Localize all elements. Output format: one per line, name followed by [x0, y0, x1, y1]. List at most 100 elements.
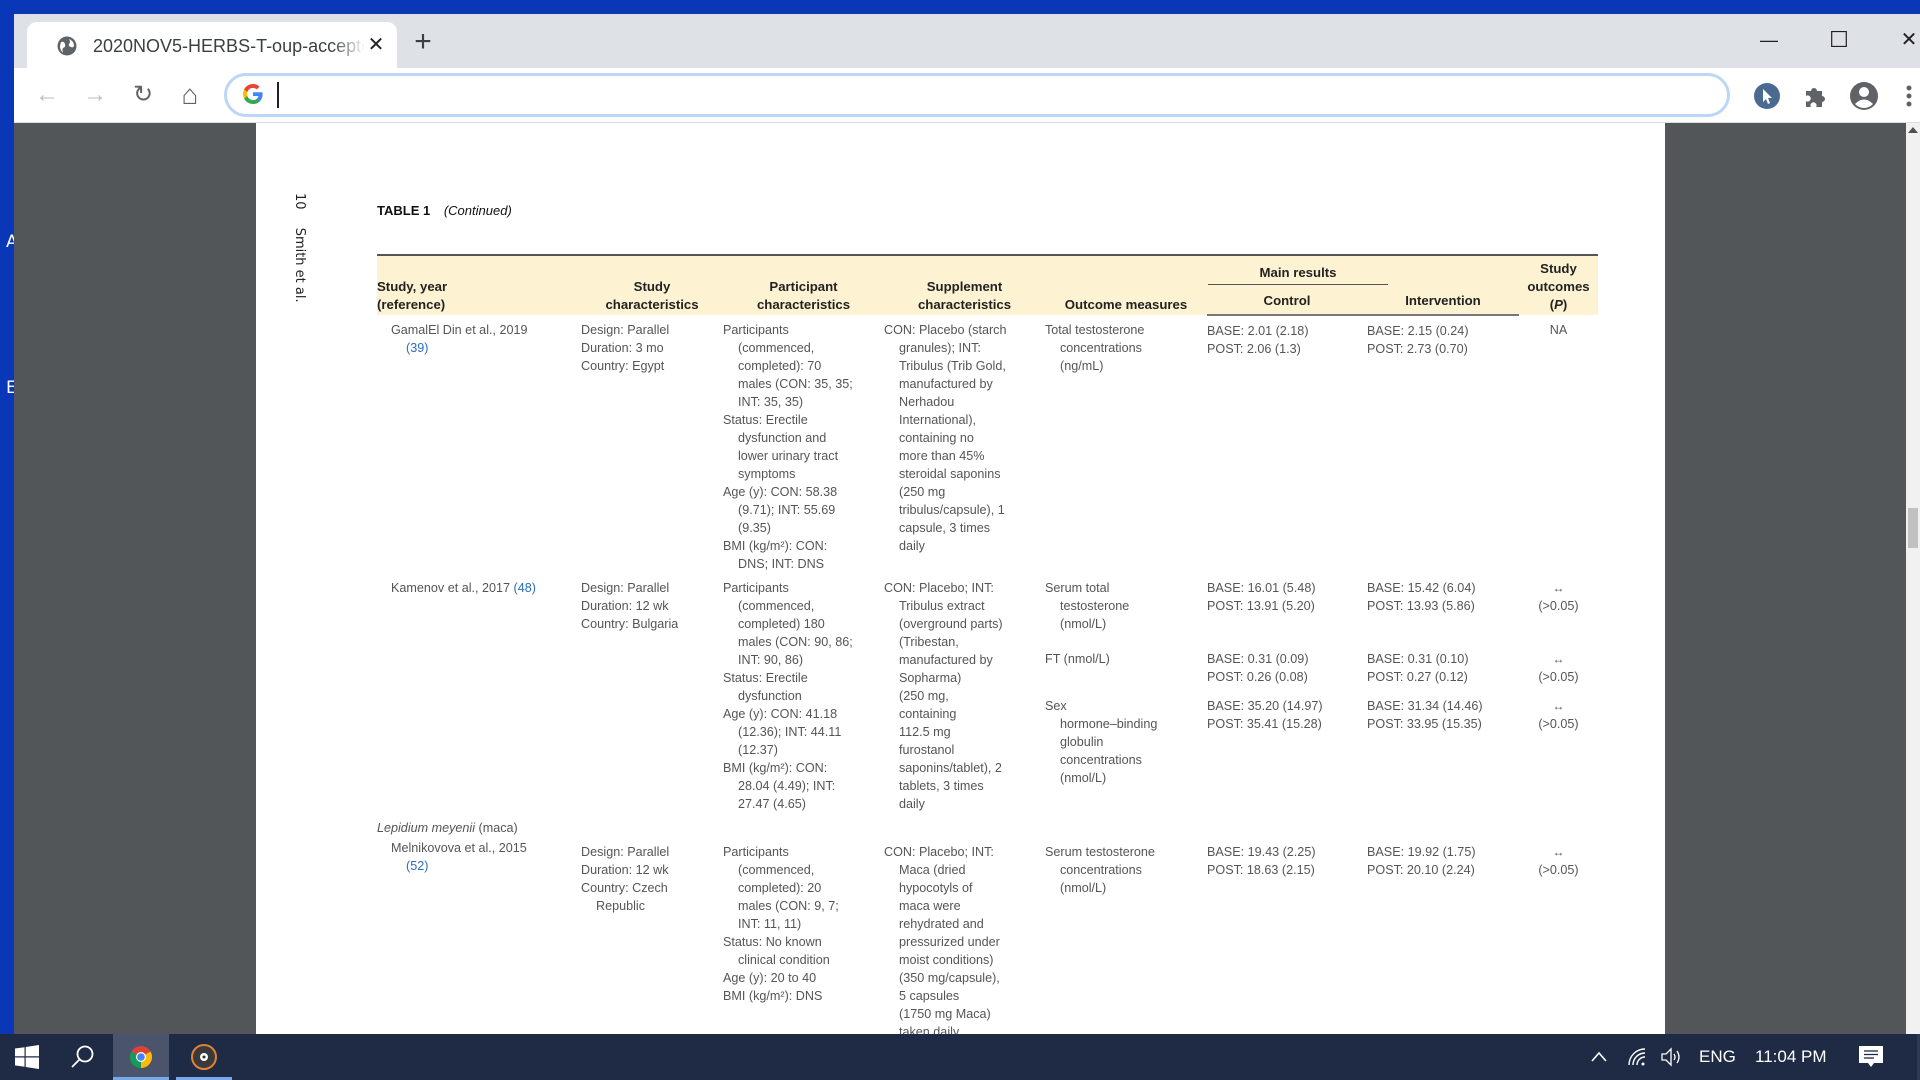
browser-window: 2020NOV5-HERBS-T-oup-accepted ✕ + — ☐ ✕ … — [14, 14, 1920, 1034]
supplement-line: (250 mg, — [899, 689, 949, 703]
action-center-notifications-icon[interactable] — [1858, 1044, 1884, 1070]
control-result-cell: BASE: 16.01 (5.48) POST: 13.91 (5.20) — [1207, 573, 1367, 650]
forward-button[interactable]: → — [80, 80, 110, 110]
header-study-characteristics: Study characteristics — [581, 254, 723, 315]
participant-line: BMI (kg/m²): CON: — [723, 539, 828, 553]
windows-taskbar: ENG 11:04 PM — [0, 1034, 1920, 1080]
address-input[interactable] — [275, 80, 1679, 110]
supplement-line: Sopharma) — [899, 671, 962, 685]
supplement-characteristics-cell: CON: Placebo; INT: Tribulus extract (overg… — [884, 573, 1045, 813]
supplement-line: taken daily — [899, 1025, 960, 1034]
intervention-value: POST: 0.27 (0.12) — [1367, 670, 1468, 685]
reference-link[interactable]: (52) — [391, 857, 581, 875]
control-value: POST: 0.26 (0.08) — [1207, 670, 1308, 685]
control-result-cell: BASE: 0.31 (0.09) POST: 0.26 (0.08) — [1207, 650, 1367, 696]
participant-line: (commenced, — [738, 863, 815, 877]
start-windows-icon — [15, 1045, 39, 1069]
participant-line: 27.47 (4.65) — [738, 797, 806, 811]
extensions-puzzle-icon[interactable] — [1800, 81, 1830, 111]
intervention-result-cell: BASE: 31.34 (14.46) POST: 33.95 (15.35) — [1367, 697, 1519, 813]
reference-link[interactable]: (39) — [391, 339, 581, 357]
back-button[interactable]: ← — [32, 80, 62, 110]
control-value: BASE: 2.01 (2.18) — [1207, 324, 1309, 338]
control-result-cell: BASE: 35.20 (14.97) POST: 35.41 (15.28) — [1207, 697, 1367, 813]
globe-icon — [57, 36, 77, 56]
start-button[interactable] — [0, 1034, 56, 1080]
taskbar-media-player[interactable] — [176, 1034, 232, 1080]
supplement-line: furostanol — [899, 743, 955, 757]
header-supplement-characteristics: Supplement characteristics — [884, 254, 1045, 315]
outcome-line: (nmol/L) — [1060, 881, 1107, 895]
supplement-line: Tribulus extract — [899, 599, 985, 613]
participant-line: Participants — [723, 581, 789, 595]
scrollbar-thumb[interactable] — [1908, 508, 1918, 548]
study-outcome-cell: NA — [1519, 315, 1598, 573]
group-common-name: (maca) — [475, 821, 518, 835]
scroll-up-arrow-icon[interactable] — [1908, 127, 1918, 133]
table-caption: TABLE 1 (Continued) — [377, 203, 512, 218]
design-line: Duration: 3 mo — [581, 341, 664, 355]
participant-line: INT: 11, 11) — [738, 917, 802, 931]
volume-speaker-icon[interactable] — [1660, 1046, 1684, 1068]
participant-line: (12.36); INT: 44.11 — [738, 725, 842, 739]
supplement-line: (1750 mg Maca) — [899, 1007, 991, 1021]
study-outcome-cell: ↔ (>0.05) — [1519, 573, 1598, 650]
outcome-line: Sex — [1045, 698, 1067, 713]
supplement-line: capsule, 3 times — [899, 521, 990, 535]
new-tab-button[interactable]: + — [406, 26, 440, 60]
minimize-button[interactable]: — — [1746, 22, 1792, 58]
outcome-line: (ng/mL) — [1060, 359, 1104, 373]
p-value: NA — [1549, 323, 1568, 337]
search-button[interactable] — [56, 1034, 112, 1080]
participant-line: Age (y): CON: 58.38 — [723, 485, 838, 499]
participant-characteristics-cell: Participants (commenced, completed): 20 mal… — [723, 837, 884, 1034]
maximize-button[interactable]: ☐ — [1816, 22, 1862, 58]
clock[interactable]: 11:04 PM — [1755, 1034, 1827, 1080]
participant-line: completed) 180 — [738, 617, 825, 631]
participant-line: DNS; INT: DNS — [738, 557, 825, 571]
supplement-characteristics-cell: CON: Placebo (starch granules); INT: Tribu… — [884, 315, 1045, 573]
supplement-line: Nerhadou — [899, 395, 955, 409]
outcome-line: Serum testosterone — [1045, 845, 1155, 859]
study-cell: Melnikovova et al., 2015 (52) — [377, 837, 581, 1034]
supplement-line: CON: Placebo (starch — [884, 323, 1007, 337]
address-bar[interactable] — [224, 73, 1730, 117]
reference-link[interactable]: (48) — [514, 581, 536, 595]
header-control: Control — [1207, 287, 1367, 316]
tab-pdf-document[interactable]: 2020NOV5-HERBS-T-oup-accepted ✕ — [27, 22, 397, 68]
profile-avatar-icon[interactable] — [1849, 81, 1879, 111]
show-hidden-icons-chevron-icon[interactable] — [1589, 1047, 1609, 1067]
participant-line: Status: Erectile — [723, 413, 808, 427]
table-label: TABLE 1 — [377, 203, 431, 218]
more-menu-icon[interactable] — [1894, 81, 1920, 111]
supplement-line: 5 capsules — [899, 989, 960, 1003]
participant-line: completed): 70 — [738, 359, 822, 373]
study-name: GamalEl Din et al., 2019 — [391, 323, 528, 337]
study-characteristics-cell: Design: Parallel Duration: 12 wk Country: … — [581, 837, 723, 1034]
google-g-icon — [243, 84, 263, 104]
outcome-line: testosterone — [1060, 599, 1130, 613]
taskbar-chrome[interactable] — [113, 1034, 169, 1080]
cursor-extension-icon[interactable] — [1752, 81, 1782, 111]
vertical-scrollbar[interactable] — [1906, 123, 1920, 1034]
close-window-button[interactable]: ✕ — [1886, 22, 1920, 58]
supplement-line: moist conditions) — [899, 953, 994, 967]
search-icon — [71, 1045, 94, 1068]
tab-title: 2020NOV5-HERBS-T-oup-accepted — [93, 36, 365, 56]
language-indicator[interactable]: ENG — [1699, 1034, 1736, 1080]
intervention-result-cell: BASE: 19.92 (1.75) POST: 20.10 (2.24) — [1367, 837, 1519, 1034]
supplement-line: CON: Placebo; INT: — [884, 581, 994, 595]
p-value: (>0.05) — [1538, 863, 1579, 877]
reload-button[interactable]: ↻ — [128, 80, 158, 110]
home-button[interactable]: ⌂ — [175, 80, 205, 110]
results-table: Study, year (reference) Study characteri… — [377, 253, 1598, 1034]
supplement-line: 112.5 mg — [899, 725, 951, 739]
control-value: BASE: 19.43 (2.25) — [1207, 845, 1316, 859]
no-change-arrow-icon: ↔ — [1552, 845, 1565, 859]
supplement-line: more than 45% — [899, 449, 985, 463]
participant-line: INT: 35, 35) — [738, 395, 804, 409]
tab-close-icon[interactable]: ✕ — [365, 34, 387, 56]
network-wifi-icon[interactable] — [1626, 1046, 1648, 1068]
study-outcome-cell: ↔ (>0.05) — [1519, 650, 1598, 696]
participant-line: lower urinary tract — [738, 449, 839, 463]
